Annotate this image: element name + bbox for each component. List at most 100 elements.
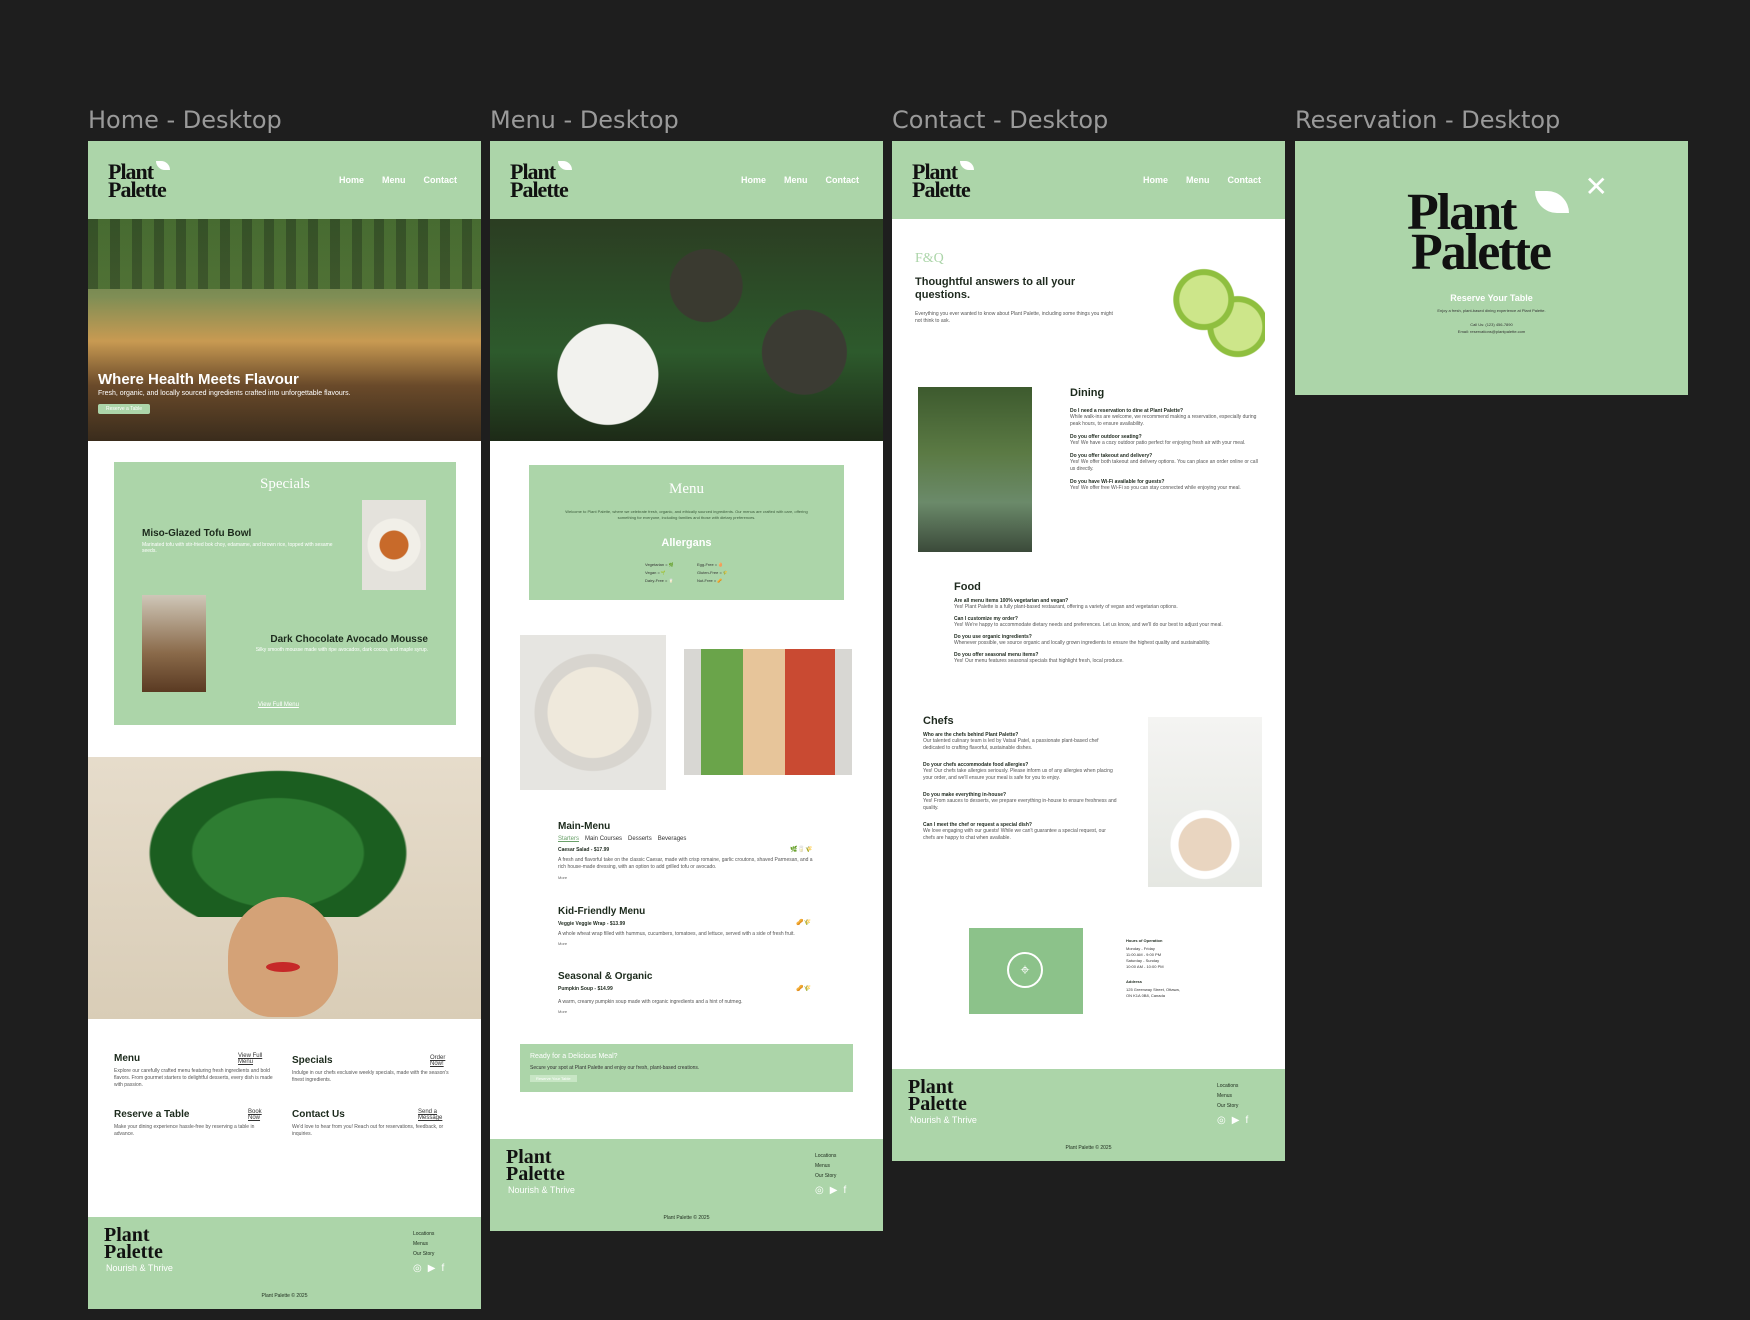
specials-title: Specials — [260, 476, 310, 492]
chefs-faq: Who are the chefs behind Plant Palette? … — [923, 732, 1117, 841]
dish2-desc: Silky smooth mousse made with ripe avoca… — [255, 647, 428, 653]
menu-tabs: Starters Main Courses Desserts Beverages — [558, 836, 686, 842]
close-icon[interactable]: ✕ — [1585, 173, 1608, 201]
footer-logo: Plant Palette — [908, 1076, 967, 1115]
tab-main-courses[interactable]: Main Courses — [585, 836, 622, 842]
footer-links: Locations Menus Our Story — [413, 1229, 434, 1259]
footer-link-locations[interactable]: Locations — [1217, 1081, 1238, 1091]
nav-menu[interactable]: Menu — [784, 175, 808, 185]
nav-contact[interactable]: Contact — [1228, 175, 1262, 185]
youtube-icon[interactable]: ▶ — [428, 1263, 436, 1274]
menu-frame: Plant Palette Home Menu Contact Menu Welc… — [490, 141, 883, 1231]
footer-logo: Plant Palette — [506, 1146, 565, 1185]
reservation-frame: ✕ Plant Palette Reserve Your Table Enjoy … — [1295, 141, 1688, 395]
footer-link-menus[interactable]: Menus — [413, 1239, 434, 1249]
tab-beverages[interactable]: Beverages — [658, 836, 687, 842]
item3-more[interactable]: More — [558, 1009, 567, 1014]
cta-reserve-button[interactable]: Reserve Your Table — [530, 1075, 577, 1082]
logo[interactable]: Plant Palette — [912, 161, 974, 201]
item1-name: Caesar Salad - $17.99 — [558, 847, 610, 853]
footer-link-menus[interactable]: Menus — [815, 1161, 836, 1171]
footer: Plant Palette Nourish & Thrive Locations … — [490, 1139, 883, 1231]
dish1-title: Miso-Glazed Tofu Bowl — [142, 528, 252, 539]
nav-home[interactable]: Home — [741, 175, 766, 185]
tab-desserts[interactable]: Desserts — [628, 836, 652, 842]
footer-links: Locations Menus Our Story — [815, 1151, 836, 1181]
nav: Home Menu Contact — [1143, 175, 1261, 185]
footer-link-locations[interactable]: Locations — [413, 1229, 434, 1239]
cta-title: Ready for a Delicious Meal? — [530, 1053, 618, 1060]
menu-title: Menu — [669, 481, 704, 497]
faq-title: Thoughtful answers to all your questions… — [915, 276, 1076, 301]
contact-frame: Plant Palette Home Menu Contact F&Q Thoug… — [892, 141, 1285, 1161]
frame-label-reservation: Reservation - Desktop — [1295, 106, 1561, 134]
item1-desc: A fresh and flavorful take on the classi… — [558, 857, 813, 870]
art-image — [88, 757, 481, 1019]
home-frame: Plant Palette Home Menu Contact Where Hea… — [88, 141, 481, 1309]
hero-subtitle: Fresh, organic, and locally sourced ingr… — [98, 390, 351, 397]
card-reserve-desc: Make your dining experience hassle-free … — [114, 1124, 255, 1137]
map-box: ⌖ — [969, 928, 1083, 1014]
logo[interactable]: Plant Palette — [510, 161, 572, 201]
card-reserve-link[interactable]: Book Now — [248, 1109, 274, 1121]
hero-reserve-button[interactable]: Reserve a Table — [98, 404, 151, 414]
view-full-menu-link[interactable]: View Full Menu — [258, 702, 299, 708]
dish2-title: Dark Chocolate Avocado Mousse — [270, 634, 428, 645]
item1-more[interactable]: More — [558, 875, 567, 880]
nav: Home Menu Contact — [741, 175, 859, 185]
copyright: Plant Palette © 2025 — [1065, 1145, 1112, 1151]
instagram-icon[interactable]: ◎ — [815, 1185, 824, 1196]
allergens-right: Egg-Free = 🥚 Gluten-Free = 🌾 Nut-Free = 🥜 — [697, 562, 728, 583]
copyright: Plant Palette © 2025 — [261, 1293, 308, 1299]
nav-contact[interactable]: Contact — [424, 175, 458, 185]
card-contact-link[interactable]: Send a Message — [418, 1109, 458, 1121]
footer-link-locations[interactable]: Locations — [815, 1151, 836, 1161]
hero-title: Where Health Meets Flavour — [98, 371, 299, 388]
youtube-icon[interactable]: ▶ — [1232, 1115, 1240, 1126]
food-faq: Are all menu items 100% vegetarian and v… — [954, 598, 1223, 664]
footer-link-story[interactable]: Our Story — [1217, 1101, 1238, 1111]
item2-more[interactable]: More — [558, 941, 567, 946]
header: Plant Palette Home Menu Contact — [490, 141, 883, 219]
hero-image: Where Health Meets Flavour Fresh, organi… — [88, 219, 481, 441]
footer-link-story[interactable]: Our Story — [815, 1171, 836, 1181]
youtube-icon[interactable]: ▶ — [830, 1185, 838, 1196]
hours-list: Monday - Friday 11:00 AM - 9:00 PM Saturda… — [1126, 946, 1164, 969]
chef-image — [1148, 717, 1262, 887]
nav-home[interactable]: Home — [1143, 175, 1168, 185]
card-menu-desc: Explore our carefully crafted menu featu… — [114, 1068, 273, 1088]
leaf-icon — [1535, 191, 1569, 213]
dish1-desc: Marinated tofu with stir-fried bok choy,… — [142, 542, 333, 554]
instagram-icon[interactable]: ◎ — [1217, 1115, 1226, 1126]
frame-label-menu: Menu - Desktop — [490, 106, 679, 134]
lime-image — [1129, 251, 1265, 359]
seasonal-title: Seasonal & Organic — [558, 971, 653, 982]
footer-link-menus[interactable]: Menus — [1217, 1091, 1238, 1101]
kids-menu-title: Kid-Friendly Menu — [558, 906, 646, 917]
menu-intro: Welcome to Plant Palette, where we celeb… — [565, 509, 808, 520]
card-specials-link[interactable]: Order Now! — [430, 1055, 458, 1067]
card-menu-link[interactable]: View Full Menu — [238, 1053, 274, 1065]
card-contact-desc: We'd love to hear from you! Reach out fo… — [292, 1124, 444, 1137]
menu-intro-box: Menu Welcome to Plant Palette, where we … — [529, 465, 844, 600]
hours-title: Hours of Operation — [1126, 938, 1163, 943]
dish2-image — [142, 595, 206, 692]
social-icons: ◎ ▶ f — [413, 1263, 444, 1274]
nav-menu[interactable]: Menu — [382, 175, 406, 185]
address-title: Address — [1126, 979, 1143, 984]
nav-menu[interactable]: Menu — [1186, 175, 1210, 185]
nav-contact[interactable]: Contact — [826, 175, 860, 185]
facebook-icon[interactable]: f — [441, 1263, 444, 1274]
item3-desc: A warm, creamy pumpkin soup made with or… — [558, 999, 743, 1005]
nav-home[interactable]: Home — [339, 175, 364, 185]
footer-link-story[interactable]: Our Story — [413, 1249, 434, 1259]
main-menu-title: Main-Menu — [558, 821, 611, 832]
instagram-icon[interactable]: ◎ — [413, 1263, 422, 1274]
logo[interactable]: Plant Palette — [108, 161, 170, 201]
footer-tagline: Nourish & Thrive — [910, 1115, 977, 1125]
reservation-email: Email: reservations@plantpalette.com — [1457, 329, 1526, 334]
item2-allergen-icons: 🥜🌾 — [796, 920, 811, 926]
facebook-icon[interactable]: f — [843, 1185, 846, 1196]
facebook-icon[interactable]: f — [1245, 1115, 1248, 1126]
tab-starters[interactable]: Starters — [558, 836, 579, 842]
